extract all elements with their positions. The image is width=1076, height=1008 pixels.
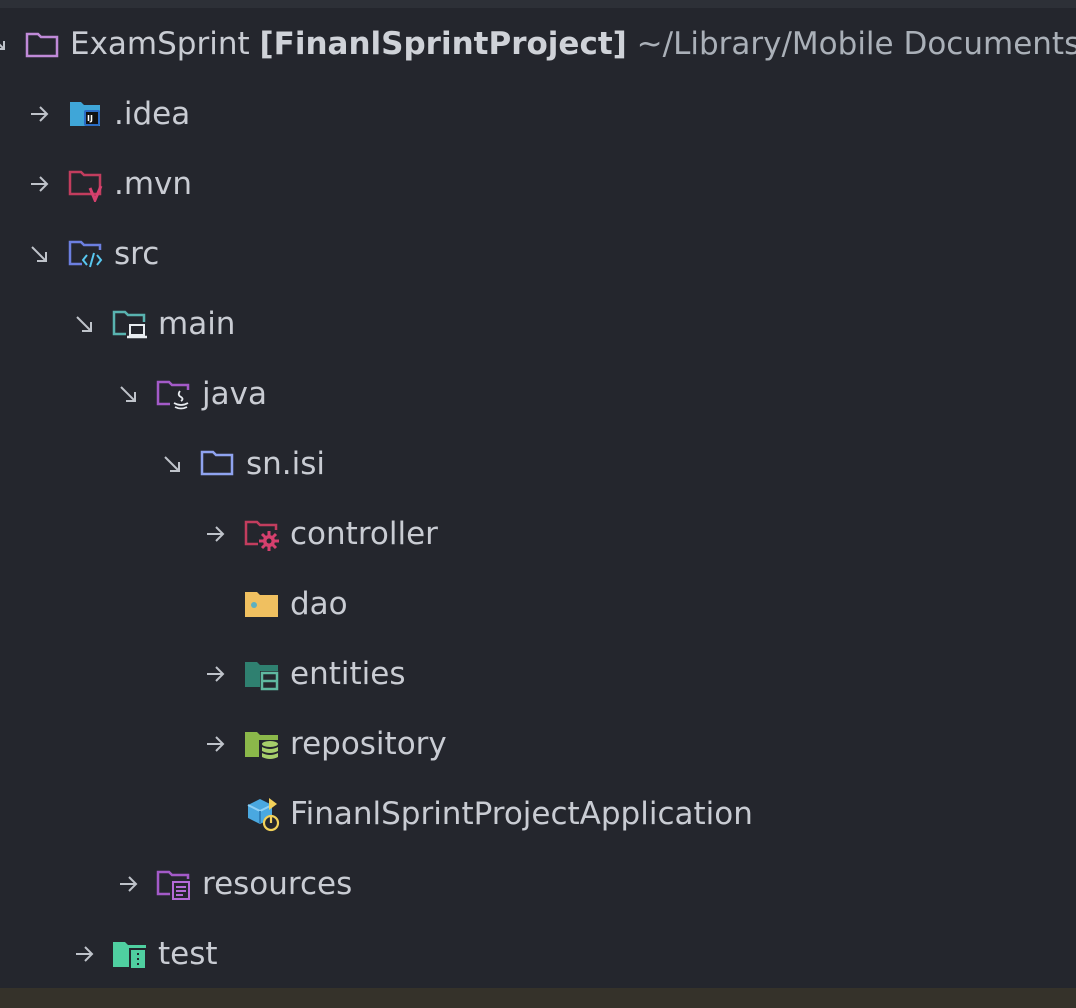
folder-icon bbox=[24, 26, 60, 62]
root-label: ExamSprint [FinanlSprintProject] ~/Libra… bbox=[70, 9, 1076, 79]
tree-row-idea[interactable]: IJ .idea bbox=[0, 79, 1076, 149]
intellij-folder-icon: IJ bbox=[68, 96, 104, 132]
tree-row-main[interactable]: main bbox=[0, 289, 1076, 359]
repository-folder-icon bbox=[244, 726, 280, 762]
tree-row-application[interactable]: FinanlSprintProjectApplication bbox=[0, 779, 1076, 849]
tree-label: entities bbox=[290, 656, 406, 692]
tree-label: java bbox=[202, 376, 267, 412]
tree-row-controller[interactable]: controller bbox=[0, 499, 1076, 569]
tree-label: resources bbox=[202, 866, 353, 902]
entities-folder-icon bbox=[244, 656, 280, 692]
tree-label: sn.isi bbox=[246, 446, 326, 482]
tree-row-repository[interactable]: repository bbox=[0, 709, 1076, 779]
chevron-down-icon[interactable] bbox=[159, 451, 185, 477]
chevron-right-icon[interactable] bbox=[26, 171, 52, 197]
tree-label: FinanlSprintProjectApplication bbox=[290, 796, 753, 832]
chevron-right-icon[interactable] bbox=[202, 521, 228, 547]
resources-folder-icon bbox=[156, 866, 192, 902]
tree-row-java[interactable]: java bbox=[0, 359, 1076, 429]
dao-folder-icon bbox=[244, 586, 280, 622]
chevron-right-icon[interactable] bbox=[115, 871, 141, 897]
chevron-down-icon[interactable] bbox=[71, 311, 97, 337]
tree-row-test[interactable]: test bbox=[0, 919, 1076, 989]
bottom-bar bbox=[0, 988, 1076, 1008]
maven-folder-icon bbox=[68, 166, 104, 204]
chevron-right-icon[interactable] bbox=[202, 661, 228, 687]
chevron-right-icon[interactable] bbox=[202, 731, 228, 757]
tree-row-package[interactable]: sn.isi bbox=[0, 429, 1076, 499]
chevron-down-icon[interactable] bbox=[0, 31, 12, 57]
spring-application-icon bbox=[244, 796, 280, 832]
test-folder-icon bbox=[112, 936, 148, 972]
svg-text:IJ: IJ bbox=[87, 114, 93, 123]
tree-row-entities[interactable]: entities bbox=[0, 639, 1076, 709]
top-divider bbox=[0, 0, 1076, 8]
tree-label: src bbox=[114, 236, 160, 272]
tree-label: controller bbox=[290, 516, 438, 552]
tree-label: main bbox=[158, 306, 236, 342]
tree-label: test bbox=[158, 936, 218, 972]
chevron-right-icon[interactable] bbox=[26, 101, 52, 127]
main-folder-icon bbox=[112, 306, 148, 342]
tree-label: .mvn bbox=[114, 166, 193, 202]
chevron-down-icon[interactable] bbox=[26, 241, 52, 267]
root-module: [FinanlSprintProject] bbox=[259, 26, 627, 62]
tree-row-src[interactable]: src bbox=[0, 219, 1076, 289]
java-folder-icon bbox=[156, 376, 192, 412]
tree-row-root[interactable]: ExamSprint [FinanlSprintProject] ~/Libra… bbox=[0, 9, 1076, 79]
tree-label: repository bbox=[290, 726, 447, 762]
controller-folder-icon bbox=[244, 516, 280, 552]
tree-row-resources[interactable]: resources bbox=[0, 849, 1076, 919]
tree-label: .idea bbox=[114, 96, 191, 132]
chevron-right-icon[interactable] bbox=[71, 941, 97, 967]
tree-row-dao[interactable]: dao bbox=[0, 569, 1076, 639]
tree-row-mvn[interactable]: .mvn bbox=[0, 149, 1076, 219]
tree-label: dao bbox=[290, 586, 348, 622]
chevron-down-icon[interactable] bbox=[115, 381, 141, 407]
root-path: ~/Library/Mobile Documents/ bbox=[636, 26, 1076, 62]
root-name: ExamSprint bbox=[70, 26, 250, 62]
source-folder-icon bbox=[68, 236, 104, 272]
package-folder-icon bbox=[200, 446, 236, 482]
